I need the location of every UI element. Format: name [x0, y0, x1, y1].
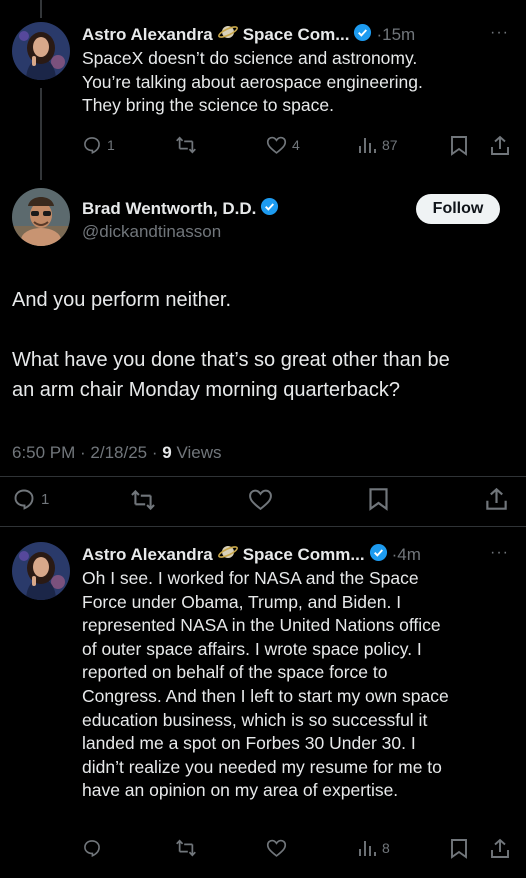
main-author-name[interactable]: Brad Wentworth, D.D. [82, 199, 256, 219]
tweet2-time: ·4m [391, 544, 421, 564]
tweet1-author-name[interactable]: Astro Alexandra [82, 25, 213, 45]
avatar-astro-alexandra[interactable] [12, 22, 70, 80]
main-author-handle[interactable]: @dickandtinasson [82, 222, 221, 242]
main-tweet-header: Brad Wentworth, D.D. [82, 197, 283, 221]
tweet1-text-line: You’re talking about aerospace engineeri… [82, 71, 423, 92]
planet-affiliation-icon [217, 542, 239, 567]
repost-icon [176, 136, 196, 154]
repost-icon [176, 839, 196, 857]
tweet2-text-line: landed me a spot on Forbes 30 Under 30. … [82, 733, 416, 754]
tweet2-view-count: 8 [382, 840, 390, 856]
tweet1-like-button[interactable]: 4 [266, 135, 300, 155]
reply-icon [84, 137, 100, 154]
main-tweet-views-label: Views [171, 443, 222, 462]
tweet2-author-name[interactable]: Astro Alexandra [82, 545, 213, 565]
tweet2-share-button[interactable] [490, 838, 510, 859]
tweet2-text-line: reported on behalf of the space force to [82, 662, 388, 683]
tweet2-like-button[interactable] [266, 838, 287, 858]
tweet1-text-line: They bring the science to space. [82, 95, 334, 116]
main-tweet-meta: 6:50 PM · 2/18/25 · 9 Views [12, 443, 221, 463]
main-tweet-line: an arm chair Monday morning quarterback? [12, 379, 400, 401]
tweet2-views-button[interactable]: 8 [357, 838, 390, 858]
tweet1-share-button[interactable] [490, 135, 510, 156]
avatar-brad-wentworth[interactable] [12, 188, 70, 246]
tweet1-header: Astro Alexandra Space Com... ·15m [82, 22, 415, 47]
tweet2-text-line: Congress. And then I left to start my ow… [82, 685, 449, 706]
tweet1-view-count: 87 [382, 137, 398, 153]
thread-line-top [40, 0, 42, 18]
share-icon [491, 135, 509, 155]
bookmark-icon [451, 136, 467, 156]
main-share-button[interactable] [485, 487, 508, 511]
tweet2-text: Oh I see. I worked for NASA and the Spac… [82, 567, 449, 803]
tweet2-reply-button[interactable] [82, 838, 102, 858]
tweet2-header: Astro Alexandra Space Comm... ·4m [82, 542, 421, 567]
divider-bottom [0, 526, 526, 527]
main-reply-count: 1 [41, 490, 50, 508]
tweet2-text-line: of outer space affairs. I wrote space po… [82, 638, 422, 659]
divider-top [0, 476, 526, 477]
main-repost-button[interactable] [130, 488, 156, 512]
verified-icon [369, 543, 388, 567]
tweet2-text-line: represented NASA in the United Nations o… [82, 615, 441, 636]
bookmark-icon [451, 839, 467, 859]
repost-icon [131, 489, 155, 511]
bookmark-icon [369, 488, 388, 511]
reply-icon [14, 489, 34, 510]
thread-line-connector [40, 88, 42, 180]
tweet2-text-line: didn’t realize you needed my resume for … [82, 756, 442, 777]
main-tweet-para1: And you perform neither. [12, 289, 232, 311]
reply-icon [84, 840, 100, 857]
main-tweet-timestamp[interactable]: 6:50 PM · 2/18/25 · [12, 443, 162, 462]
main-tweet-views-count: 9 [162, 443, 172, 462]
analytics-icon [359, 841, 376, 856]
share-icon [491, 838, 509, 858]
tweet2-more-icon[interactable]: ··· [490, 544, 509, 562]
planet-affiliation-icon [217, 22, 239, 47]
tweet1-text-line: SpaceX doesn’t do science and astronomy. [82, 48, 418, 68]
tweet1-reply-count: 1 [107, 137, 115, 153]
avatar-astro-alexandra[interactable] [12, 542, 70, 600]
tweet1-text: SpaceX doesn’t do science and astronomy.… [82, 47, 423, 118]
main-tweet-text: And you perform neither. What have you d… [12, 285, 450, 405]
tweet1-reply-button[interactable]: 1 [82, 135, 115, 155]
tweet1-like-count: 4 [292, 137, 300, 153]
follow-button[interactable]: Follow [416, 194, 500, 224]
verified-icon [260, 197, 279, 221]
tweet2-text-line: Force under Obama, Trump, and Biden. I [82, 591, 402, 612]
tweet1-more-icon[interactable]: ··· [490, 24, 509, 42]
heart-icon [266, 839, 287, 857]
tweet1-views-button[interactable]: 87 [357, 135, 398, 155]
tweet1-community[interactable]: Space Com... [243, 25, 350, 45]
tweet1-time: ·15m [376, 24, 416, 44]
share-icon [486, 487, 507, 510]
heart-icon [249, 489, 272, 511]
verified-icon [353, 23, 372, 47]
tweet2-repost-button[interactable] [175, 838, 197, 858]
tweet2-text-line: Oh I see. I worked for NASA and the Spac… [82, 568, 419, 588]
main-bookmark-button[interactable] [368, 487, 389, 511]
heart-icon [266, 136, 287, 154]
tweet1-repost-button[interactable] [175, 135, 197, 155]
main-like-button[interactable] [248, 488, 273, 511]
tweet2-text-line: have an opinion on my area of expertise. [82, 780, 399, 801]
tweet2-text-line: education business, which is so successf… [82, 709, 428, 730]
tweet2-community[interactable]: Space Comm... [243, 545, 365, 565]
tweet1-bookmark-button[interactable] [450, 135, 468, 156]
tweet2-bookmark-button[interactable] [450, 838, 468, 859]
analytics-icon [359, 138, 376, 153]
main-reply-button[interactable]: 1 [12, 487, 49, 511]
main-tweet-line: What have you done that’s so great other… [12, 349, 450, 371]
